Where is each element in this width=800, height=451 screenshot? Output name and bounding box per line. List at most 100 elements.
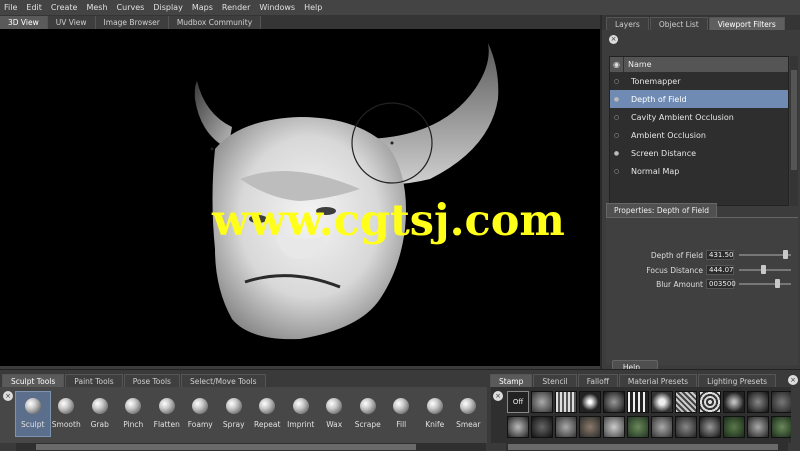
filter-row-tonemapper[interactable]: ○ Tonemapper	[610, 72, 788, 90]
stamp-thumbnail[interactable]	[627, 416, 649, 438]
stamp-thumbnail[interactable]	[699, 391, 721, 413]
flatten-icon	[158, 398, 175, 414]
tab-mudbox-community[interactable]: Mudbox Community	[168, 16, 262, 29]
stamp-thumbnail[interactable]	[675, 416, 697, 438]
filter-list-scrollbar[interactable]	[790, 56, 798, 206]
stamp-scrollbar[interactable]	[791, 387, 800, 443]
property-depth-of-field: Depth of Field 431.50	[606, 249, 796, 261]
visibility-dot-icon[interactable]: ●	[610, 96, 623, 103]
tab-stencil[interactable]: Stencil	[533, 374, 577, 387]
menu-windows[interactable]: Windows	[259, 3, 295, 12]
filter-label: Normal Map	[631, 166, 680, 176]
menu-help[interactable]: Help	[304, 3, 322, 12]
blur-amount-slider[interactable]	[739, 279, 791, 288]
tab-object-list[interactable]: Object List	[649, 17, 708, 30]
menu-edit[interactable]: Edit	[26, 3, 42, 12]
stamp-thumbnail[interactable]	[579, 391, 601, 413]
stamp-thumbnail[interactable]	[747, 416, 769, 438]
tab-image-browser[interactable]: Image Browser	[95, 16, 169, 29]
stamp-thumbnail[interactable]	[651, 391, 673, 413]
filter-row-depth-of-field[interactable]: ● Depth of Field	[610, 90, 788, 108]
stamp-tab-bar: Stamp Stencil Falloff Material Presets L…	[490, 374, 777, 387]
stamp-thumbnail[interactable]	[723, 391, 745, 413]
stamp-thumbnail[interactable]	[675, 391, 697, 413]
stamp-thumbnail[interactable]	[603, 391, 625, 413]
stamp-thumbnail[interactable]	[555, 416, 577, 438]
tab-select-move-tools[interactable]: Select/Move Tools	[180, 374, 266, 387]
tab-pose-tools[interactable]: Pose Tools	[123, 374, 180, 387]
filter-row-screen-distance[interactable]: ● Screen Distance	[610, 144, 788, 162]
tab-lighting-presets[interactable]: Lighting Presets	[698, 374, 777, 387]
tool-smear[interactable]: Smear	[452, 392, 486, 436]
menu-render[interactable]: Render	[222, 3, 250, 12]
stamp-thumbnail[interactable]	[507, 416, 529, 438]
depth-of-field-input[interactable]: 431.50	[706, 250, 734, 260]
stamp-thumbnail[interactable]	[555, 391, 577, 413]
tab-layers[interactable]: Layers	[606, 17, 649, 30]
menu-mesh[interactable]: Mesh	[86, 3, 107, 12]
stamp-thumbnail[interactable]	[771, 391, 793, 413]
depth-of-field-slider[interactable]	[739, 250, 791, 259]
wax-icon	[326, 398, 343, 414]
visibility-dot-icon[interactable]: ○	[610, 132, 623, 139]
tab-paint-tools[interactable]: Paint Tools	[65, 374, 123, 387]
viewport-tab-bar: 3D View UV View Image Browser Mudbox Com…	[0, 15, 600, 29]
menu-maps[interactable]: Maps	[192, 3, 213, 12]
tab-3d-view[interactable]: 3D View	[0, 16, 48, 29]
stamp-thumbnail[interactable]	[531, 391, 553, 413]
foamy-icon	[192, 398, 209, 414]
menu-file[interactable]: File	[4, 3, 17, 12]
close-icon[interactable]: ×	[609, 35, 618, 44]
stamp-thumbnail[interactable]	[579, 416, 601, 438]
visibility-dot-icon[interactable]: ○	[610, 78, 623, 85]
stamp-thumbnail[interactable]	[723, 416, 745, 438]
filter-row-normal-map[interactable]: ○ Normal Map	[610, 162, 788, 180]
filter-row-cavity-ao[interactable]: ○ Cavity Ambient Occlusion	[610, 108, 788, 126]
stamp-off[interactable]: Off	[507, 391, 529, 413]
focus-distance-slider[interactable]	[739, 265, 791, 274]
stamp-thumbnail[interactable]	[699, 416, 721, 438]
tool-pinch[interactable]: Pinch	[117, 392, 151, 436]
tool-grab[interactable]: Grab	[83, 392, 117, 436]
filter-row-ambient-occlusion[interactable]: ○ Ambient Occlusion	[610, 126, 788, 144]
tool-wax[interactable]: Wax	[318, 392, 352, 436]
tool-fill[interactable]: Fill	[385, 392, 419, 436]
right-tab-bar: Layers Object List Viewport Filters	[602, 15, 800, 30]
tool-spray[interactable]: Spray	[217, 392, 251, 436]
tool-imprint[interactable]: Imprint	[284, 392, 318, 436]
tool-smooth[interactable]: Smooth	[50, 392, 84, 436]
column-name: Name	[623, 57, 652, 72]
visibility-dot-icon[interactable]: ●	[610, 150, 623, 157]
menu-curves[interactable]: Curves	[117, 3, 145, 12]
tab-falloff[interactable]: Falloff	[577, 374, 618, 387]
stamp-thumbnail[interactable]	[651, 416, 673, 438]
grab-icon	[91, 398, 108, 414]
stamp-thumbnail[interactable]	[531, 416, 553, 438]
tab-sculpt-tools[interactable]: Sculpt Tools	[2, 374, 65, 387]
blur-amount-input[interactable]: 003500	[706, 279, 736, 289]
tool-repeat[interactable]: Repeat	[251, 392, 285, 436]
tab-stamp[interactable]: Stamp	[490, 374, 533, 387]
stamp-thumbnail[interactable]	[771, 416, 793, 438]
focus-distance-input[interactable]: 444.07	[706, 265, 734, 275]
tool-flatten[interactable]: Flatten	[150, 392, 184, 436]
tab-viewport-filters[interactable]: Viewport Filters	[708, 17, 785, 30]
close-icon[interactable]: ×	[493, 391, 503, 401]
visibility-dot-icon[interactable]: ○	[610, 168, 623, 175]
tool-knife[interactable]: Knife	[418, 392, 452, 436]
close-icon[interactable]: ×	[3, 391, 13, 401]
visibility-dot-icon[interactable]: ○	[610, 114, 623, 121]
stamp-thumbnail[interactable]	[627, 391, 649, 413]
close-icon[interactable]: ×	[788, 375, 798, 385]
stamp-thumbnail[interactable]	[603, 416, 625, 438]
tool-foamy[interactable]: Foamy	[184, 392, 218, 436]
stamp-thumbnail[interactable]	[747, 391, 769, 413]
tab-material-presets[interactable]: Material Presets	[618, 374, 698, 387]
tab-properties[interactable]: Properties: Depth of Field	[606, 203, 717, 217]
pinch-icon	[125, 398, 142, 414]
menu-create[interactable]: Create	[51, 3, 78, 12]
tool-scrape[interactable]: Scrape	[351, 392, 385, 436]
tab-uv-view[interactable]: UV View	[47, 16, 96, 29]
tool-sculpt[interactable]: Sculpt	[15, 391, 51, 437]
menu-display[interactable]: Display	[153, 3, 183, 12]
